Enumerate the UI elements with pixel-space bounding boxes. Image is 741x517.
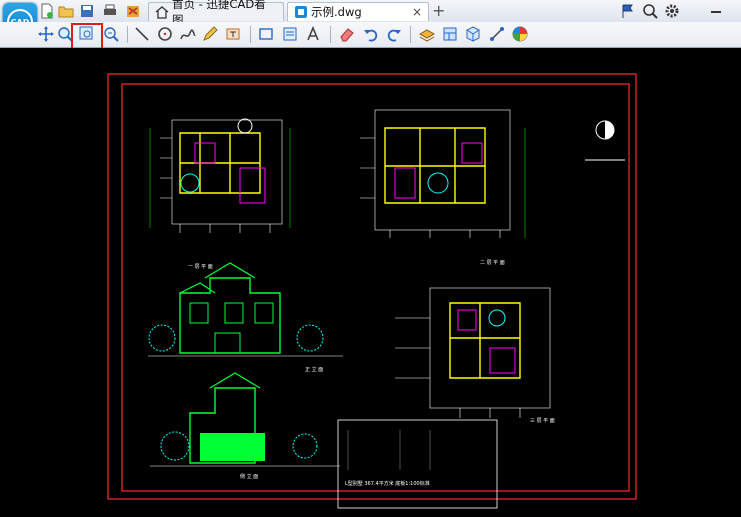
plan-label-3: 三 层 平 面 (530, 418, 555, 424)
open-folder-icon[interactable] (58, 3, 74, 19)
print-icon[interactable] (102, 3, 118, 19)
pan-icon[interactable] (37, 25, 55, 43)
toolbar-separator (410, 26, 411, 43)
plan-label-2: 二 层 平 面 (480, 260, 505, 266)
elev-label-1: 正 立 面 (305, 366, 323, 373)
line-icon[interactable] (133, 25, 151, 43)
elevation-1 (148, 262, 343, 357)
home-icon (155, 6, 169, 19)
layout-icon[interactable] (441, 25, 459, 43)
polyline-icon[interactable] (179, 25, 197, 43)
plan-3 (395, 287, 551, 418)
measure-icon[interactable] (488, 25, 506, 43)
elevation-2 (150, 372, 340, 467)
elev-label-2: 侧 立 面 (240, 473, 258, 480)
eraser-icon[interactable] (338, 25, 356, 43)
plan-2 (360, 109, 526, 238)
zoom-icon[interactable] (642, 3, 658, 19)
gear-icon[interactable] (664, 3, 680, 19)
inner-frame (121, 83, 630, 492)
block-icon[interactable] (281, 25, 299, 43)
north-arrow (585, 120, 625, 161)
plan-label-1: 一 层 平 面 (188, 264, 213, 270)
tab-close-button[interactable]: × (412, 5, 422, 19)
redo-icon[interactable] (385, 25, 403, 43)
circle-icon[interactable] (156, 25, 174, 43)
tab-drawing[interactable]: 示例.dwg × (287, 2, 429, 21)
toolbar-separator (127, 26, 128, 43)
plan-1 (149, 118, 291, 233)
new-tab-button[interactable]: + (432, 2, 445, 20)
drawing-canvas[interactable]: 一 层 平 面 二 层 平 面 三 层 平 面 正 立 面 侧 立 面 L型别墅… (0, 48, 741, 517)
save-icon[interactable] (79, 3, 95, 19)
title-bar: CAD 首页 - 迅捷CAD看图 示例.dwg × + (0, 0, 741, 41)
undo-icon[interactable] (362, 25, 380, 43)
cad-drawing: 一 层 平 面 二 层 平 面 三 层 平 面 正 立 面 侧 立 面 L型别墅… (107, 73, 637, 509)
color-icon[interactable] (511, 25, 529, 43)
new-file-icon[interactable] (39, 3, 55, 19)
dwg-file-icon (295, 6, 307, 18)
tab-home[interactable]: 首页 - 迅捷CAD看图 (148, 0, 284, 27)
toolbar-separator (330, 26, 331, 43)
text-edit-icon[interactable] (224, 25, 242, 43)
title-block (337, 419, 498, 509)
toolbar-separator (250, 26, 251, 43)
pencil-icon[interactable] (201, 25, 219, 43)
title-block-text: L型别墅 367.4平方米 底板1:100标准 (345, 480, 430, 487)
rectangle-icon[interactable] (257, 25, 275, 43)
layer-icon[interactable] (418, 25, 436, 43)
minimize-icon[interactable] (708, 3, 724, 19)
zoom-realtime-icon[interactable] (102, 25, 120, 43)
flag-icon[interactable] (620, 3, 636, 19)
3d-view-icon[interactable] (464, 25, 482, 43)
cut-icon[interactable] (125, 3, 141, 19)
text-icon[interactable] (304, 25, 322, 43)
